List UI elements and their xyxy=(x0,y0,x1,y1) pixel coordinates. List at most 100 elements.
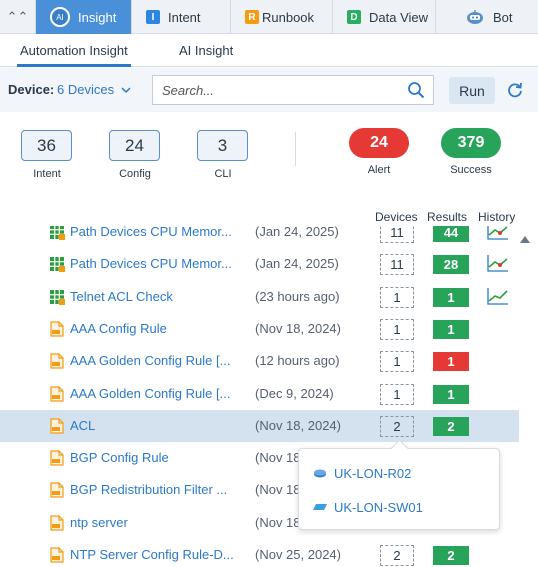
row-name[interactable]: BGP Config Rule xyxy=(70,450,169,465)
popup-device-label: UK-LON-R02 xyxy=(334,465,412,481)
row-name[interactable]: ntp server xyxy=(70,515,128,530)
top-tab-bar: ⌃⌃ AI Insight I Intent R Runbook D Data … xyxy=(0,0,538,34)
config-file-icon xyxy=(50,418,64,434)
tab-intent[interactable]: I Intent xyxy=(132,0,231,34)
history-chart-icon[interactable] xyxy=(486,286,510,306)
row-devices-count[interactable]: 2 xyxy=(380,415,414,437)
alert-count-badge[interactable]: 24 xyxy=(349,128,409,158)
tab-runbook-label: Runbook xyxy=(262,9,315,25)
row-result-badge[interactable]: 1 xyxy=(433,352,469,372)
row-name[interactable]: Telnet ACL Check xyxy=(70,289,173,304)
search-input[interactable] xyxy=(153,76,383,104)
popup-device-item[interactable]: UK-LON-R02 xyxy=(313,463,411,483)
tab-data-view-label: Data View xyxy=(369,9,429,25)
row-time: (Jan 24, 2025) xyxy=(255,256,339,272)
success-count-badge[interactable]: 379 xyxy=(441,128,501,158)
row-name[interactable]: Path Devices CPU Memor... xyxy=(70,226,232,239)
tab-insight[interactable]: AI Insight xyxy=(36,0,132,34)
divider xyxy=(295,132,296,166)
row-name[interactable]: NTP Server Config Rule-D... xyxy=(70,547,234,562)
run-button[interactable]: Run xyxy=(449,77,495,104)
summary-stats: 36 Intent 24 Config 3 CLI 24 Alert 379 S… xyxy=(0,112,538,198)
config-file-icon xyxy=(50,515,64,531)
tab-intent-label: Intent xyxy=(168,9,201,25)
row-devices-count[interactable]: 1 xyxy=(380,286,414,308)
row-time: (Nov 25, 2024) xyxy=(255,547,341,562)
row-result-badge[interactable]: 28 xyxy=(433,255,469,275)
scroll-up-arrow[interactable] xyxy=(520,236,530,243)
row-name[interactable]: Path Devices CPU Memor... xyxy=(70,256,232,271)
config-file-icon xyxy=(50,321,64,337)
row-devices-count[interactable]: 2 xyxy=(380,545,414,566)
row-devices-count[interactable]: 1 xyxy=(380,351,414,373)
row-result-badge[interactable]: 1 xyxy=(433,287,469,307)
table-row[interactable]: NTP Server Config Rule-D... (Nov 25, 2024… xyxy=(0,539,519,567)
row-name[interactable]: AAA Golden Config Rule [... xyxy=(70,386,230,401)
grid-icon xyxy=(50,289,65,305)
switch-icon xyxy=(313,504,327,510)
table-row[interactable]: Telnet ACL Check (23 hours ago) 1 1 xyxy=(0,281,519,313)
search-icon[interactable] xyxy=(407,81,425,99)
row-devices-count[interactable]: 1 xyxy=(380,383,414,405)
device-selector[interactable]: 6 Devices xyxy=(57,82,131,97)
insight-ai-icon: AI xyxy=(50,7,70,27)
config-file-icon xyxy=(50,547,64,563)
table-row[interactable]: Path Devices CPU Memor... (Jan 24, 2025) 1… xyxy=(0,248,519,280)
popup-device-item[interactable]: UK-LON-SW01 xyxy=(313,497,423,517)
history-chart-icon[interactable] xyxy=(486,253,510,273)
grid-icon xyxy=(50,226,65,240)
column-header-devices: Devices xyxy=(375,210,418,224)
row-result-badge[interactable]: 1 xyxy=(433,319,469,339)
row-name[interactable]: BGP Redistribution Filter ... xyxy=(70,482,227,497)
column-header-results: Results xyxy=(427,210,468,224)
row-devices-count[interactable]: 11 xyxy=(380,226,414,243)
row-time: (Nov 18, 2024) xyxy=(255,417,341,433)
row-name[interactable]: AAA Golden Config Rule [... xyxy=(70,353,230,368)
row-result-badge[interactable]: 1 xyxy=(433,384,469,404)
row-name[interactable]: AAA Config Rule xyxy=(70,321,167,336)
bot-icon xyxy=(467,10,483,24)
tab-bot-label: Bot xyxy=(493,9,513,25)
row-result-badge[interactable]: 2 xyxy=(433,416,469,436)
collapse-up-icon[interactable]: ⌃⌃ xyxy=(0,0,36,34)
device-popup: UK-LON-R02 UK-LON-SW01 xyxy=(298,448,500,530)
popup-device-label: UK-LON-SW01 xyxy=(334,499,423,515)
row-result-badge[interactable]: 44 xyxy=(433,226,469,242)
table-row[interactable]: Path Devices CPU Memor... (Jan 24, 2025) 1… xyxy=(0,226,519,248)
column-header-history: History xyxy=(478,210,516,224)
tab-automation-insight[interactable]: Automation Insight xyxy=(17,43,131,67)
chevron-down-icon xyxy=(121,87,131,94)
alert-label: Alert xyxy=(367,164,391,176)
device-label: Device: xyxy=(8,82,55,97)
intent-count[interactable]: 36 xyxy=(21,130,72,161)
refresh-icon[interactable] xyxy=(506,81,524,99)
row-time: (Nov 18, 2024) xyxy=(255,320,341,336)
config-file-icon xyxy=(50,385,64,402)
tab-data-view[interactable]: D Data View xyxy=(333,0,436,34)
row-devices-count[interactable]: 1 xyxy=(380,318,414,340)
grid-icon xyxy=(50,257,65,273)
config-count[interactable]: 24 xyxy=(109,130,160,161)
row-name[interactable]: ACL xyxy=(70,418,95,433)
config-label: Config xyxy=(119,168,151,180)
tab-runbook[interactable]: R Runbook xyxy=(231,0,333,34)
device-selector-value: 6 Devices xyxy=(57,82,115,97)
success-label: Success xyxy=(450,164,492,176)
table-row[interactable]: AAA Golden Config Rule [... (Dec 9, 2024)… xyxy=(0,378,519,410)
config-file-icon xyxy=(50,353,64,369)
search-box xyxy=(152,75,434,105)
intent-icon: I xyxy=(146,10,160,24)
row-time: (Jan 24, 2025) xyxy=(255,226,339,239)
row-time: (Nov 18 xyxy=(255,482,301,498)
row-time: (Nov 18 xyxy=(255,514,301,530)
table-row[interactable]: AAA Golden Config Rule [... (12 hours ago… xyxy=(0,345,519,377)
table-row[interactable]: AAA Config Rule (Nov 18, 2024) 1 1 xyxy=(0,313,519,345)
tab-bot[interactable]: Bot xyxy=(436,0,538,34)
history-chart-icon[interactable] xyxy=(486,226,510,241)
cli-count[interactable]: 3 xyxy=(197,130,248,161)
row-result-badge[interactable]: 2 xyxy=(433,546,469,565)
row-devices-count[interactable]: 11 xyxy=(380,254,414,276)
config-file-icon xyxy=(50,450,64,466)
tab-ai-insight[interactable]: AI Insight xyxy=(179,43,233,58)
table-row[interactable]: ACL (Nov 18, 2024) 2 2 xyxy=(0,409,519,442)
